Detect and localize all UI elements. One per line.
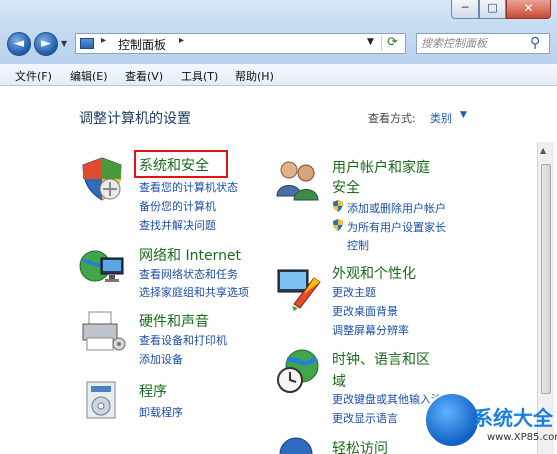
scrollbar-thumb[interactable] bbox=[541, 164, 551, 394]
menu-help[interactable]: 帮助(H) bbox=[235, 68, 274, 84]
control-panel-icon bbox=[80, 38, 94, 49]
user-accounts-icon bbox=[276, 161, 319, 201]
network-globe-icon bbox=[79, 250, 124, 282]
link-find-fix-problems[interactable]: 查找并解决问题 bbox=[139, 217, 216, 233]
page-title: 调整计算机的设置 bbox=[79, 111, 191, 127]
menu-edit[interactable]: 编辑(E) bbox=[70, 68, 108, 84]
menu-view[interactable]: 查看(V) bbox=[125, 68, 163, 84]
section-title-appearance[interactable]: 外观和个性化 bbox=[332, 263, 416, 283]
forward-arrow-icon: ► bbox=[41, 36, 51, 51]
minimize-icon: ─ bbox=[461, 1, 469, 14]
recent-pages-dropdown[interactable]: ▼ bbox=[61, 39, 67, 48]
link-backup-computer[interactable]: 备份您的计算机 bbox=[139, 198, 216, 214]
search-icon[interactable]: ⚲ bbox=[530, 35, 540, 51]
link-add-device[interactable]: 添加设备 bbox=[139, 351, 183, 367]
ease-of-access-icon bbox=[279, 437, 313, 454]
view-by-chevron-icon[interactable]: ▼ bbox=[460, 110, 467, 120]
programs-icon bbox=[86, 381, 116, 419]
printer-icon bbox=[82, 311, 126, 351]
link-parental-controls[interactable]: 为所有用户设置家长 bbox=[347, 219, 446, 235]
watermark-disc-icon bbox=[424, 392, 480, 448]
back-button[interactable]: ◄ bbox=[7, 32, 31, 56]
uac-shield-icon bbox=[333, 219, 343, 231]
maximize-icon: □ bbox=[487, 1, 498, 14]
scroll-up-icon[interactable]: ▲ bbox=[540, 146, 546, 155]
search-input[interactable] bbox=[421, 35, 525, 52]
shield-security-icon bbox=[82, 157, 122, 201]
minimize-button[interactable]: ─ bbox=[451, 0, 479, 19]
section-title-network-internet[interactable]: 网络和 Internet bbox=[139, 245, 241, 265]
section-title-programs[interactable]: 程序 bbox=[139, 381, 167, 401]
section-title-clock-language-line2[interactable]: 域 bbox=[332, 371, 346, 391]
refresh-icon[interactable]: ⟳ bbox=[387, 35, 398, 50]
link-change-display-language[interactable]: 更改显示语言 bbox=[332, 410, 398, 426]
watermark-url: www.XP85.com bbox=[487, 432, 557, 443]
maximize-button[interactable]: □ bbox=[479, 0, 506, 19]
uac-shield-icon bbox=[333, 200, 343, 212]
address-toolbar: ◄ ► ▼ ▸ 控制面板 ▸ ▼ ⟳ ⚲ bbox=[0, 26, 557, 64]
address-divider bbox=[381, 36, 382, 51]
watermark-brand: 系统大全 bbox=[473, 406, 553, 430]
breadcrumb-control-panel[interactable]: 控制面板 bbox=[118, 36, 166, 53]
link-devices-printers[interactable]: 查看设备和打印机 bbox=[139, 332, 227, 348]
title-bar: ─ □ ✕ bbox=[0, 0, 557, 26]
close-button[interactable]: ✕ bbox=[506, 0, 551, 19]
control-panel-window: ─ □ ✕ ◄ ► ▼ ▸ 控制面板 ▸ ▼ ⟳ ⚲ 文件(F) 编辑(E) 查… bbox=[0, 0, 557, 454]
watermark-logo: 系统大全 www.XP85.com bbox=[419, 388, 557, 454]
menu-tools[interactable]: 工具(T) bbox=[181, 68, 218, 84]
breadcrumb-separator-icon[interactable]: ▸ bbox=[179, 35, 184, 46]
clock-globe-icon bbox=[277, 349, 319, 393]
menu-bar: 文件(F) 编辑(E) 查看(V) 工具(T) 帮助(H) bbox=[0, 64, 557, 86]
link-parental-controls-cont[interactable]: 控制 bbox=[347, 237, 369, 253]
back-arrow-icon: ◄ bbox=[14, 36, 24, 51]
link-network-status[interactable]: 查看网络状态和任务 bbox=[139, 266, 238, 282]
personalization-icon bbox=[277, 269, 321, 311]
forward-button[interactable]: ► bbox=[34, 32, 58, 56]
link-uninstall-program[interactable]: 卸载程序 bbox=[139, 404, 183, 420]
link-screen-resolution[interactable]: 调整屏幕分辨率 bbox=[332, 322, 409, 338]
link-add-remove-accounts[interactable]: 添加或删除用户帐户 bbox=[347, 200, 446, 216]
link-change-background[interactable]: 更改桌面背景 bbox=[332, 303, 398, 319]
section-title-ease-of-access[interactable]: 轻松访问 bbox=[332, 438, 388, 454]
section-title-hardware-sound[interactable]: 硬件和声音 bbox=[139, 311, 209, 331]
section-title-user-accounts[interactable]: 用户帐户和家庭 bbox=[332, 157, 430, 177]
section-title-system-security[interactable]: 系统和安全 bbox=[139, 155, 209, 175]
view-by-label: 查看方式: bbox=[368, 112, 416, 125]
link-view-computer-status[interactable]: 查看您的计算机状态 bbox=[139, 179, 238, 195]
search-box[interactable]: ⚲ bbox=[416, 33, 550, 54]
menu-file[interactable]: 文件(F) bbox=[15, 68, 52, 84]
address-bar[interactable]: ▸ 控制面板 ▸ ▼ ⟳ bbox=[75, 33, 406, 54]
section-title-clock-language[interactable]: 时钟、语言和区 bbox=[332, 349, 430, 369]
close-icon: ✕ bbox=[523, 1, 534, 15]
section-title-user-accounts-line2[interactable]: 安全 bbox=[332, 177, 360, 197]
view-by-dropdown[interactable]: 类别 bbox=[430, 110, 452, 126]
link-change-theme[interactable]: 更改主题 bbox=[332, 284, 376, 300]
breadcrumb-separator-icon[interactable]: ▸ bbox=[101, 35, 106, 46]
link-homegroup-sharing[interactable]: 选择家庭组和共享选项 bbox=[139, 284, 249, 300]
address-dropdown-icon[interactable]: ▼ bbox=[367, 37, 374, 47]
